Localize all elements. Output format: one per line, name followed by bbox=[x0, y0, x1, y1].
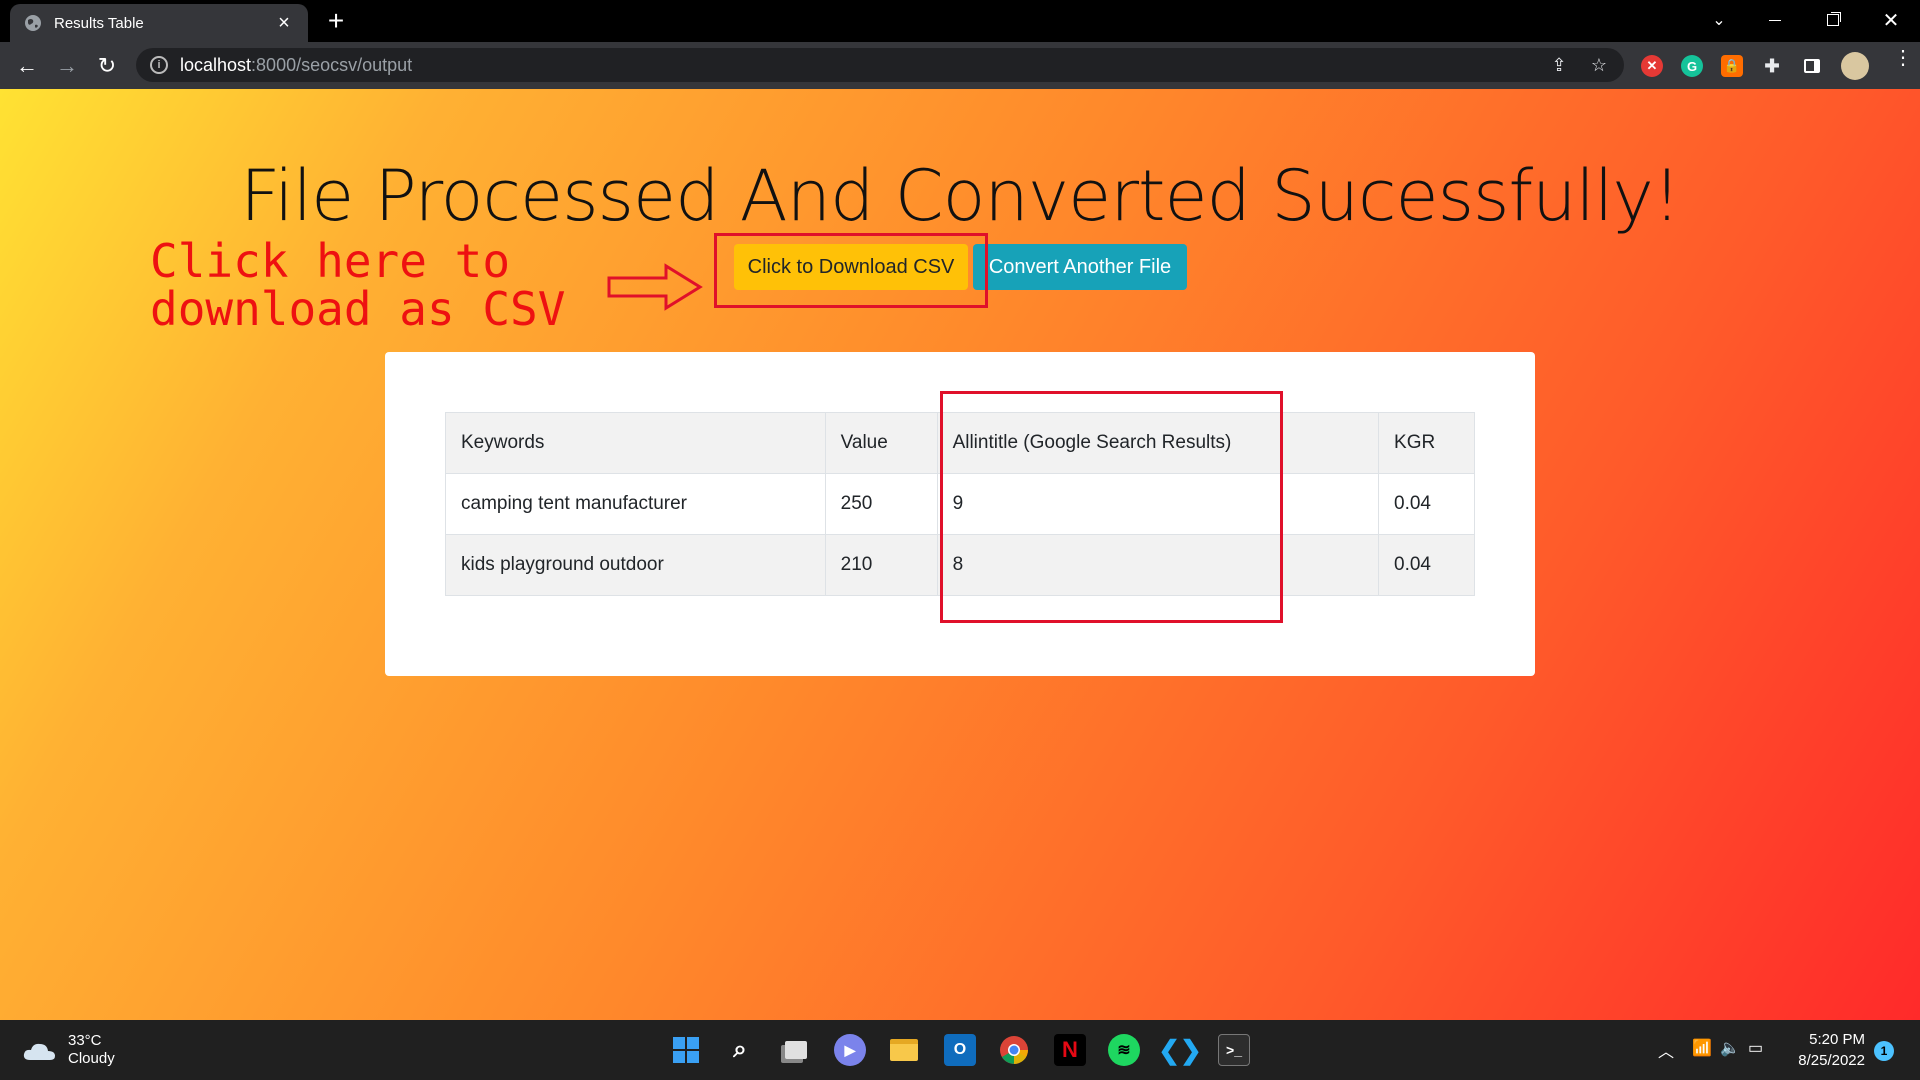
tab-results-table[interactable]: Results Table × bbox=[10, 4, 308, 42]
url-host: localhost bbox=[180, 54, 252, 75]
battery-icon[interactable]: ▭ bbox=[1748, 1038, 1763, 1058]
teams-chat-icon[interactable]: ▶ bbox=[834, 1034, 866, 1066]
clock-time: 5:20 PM bbox=[1809, 1031, 1865, 1048]
table-cell: 0.04 bbox=[1378, 473, 1475, 535]
task-view-icon[interactable] bbox=[780, 1034, 812, 1066]
notification-badge[interactable]: 1 bbox=[1874, 1041, 1894, 1061]
url-path: :8000/seocsv/output bbox=[251, 54, 413, 75]
forward-icon[interactable]: → bbox=[52, 51, 82, 81]
search-icon[interactable]: ⌕ bbox=[724, 1034, 756, 1066]
table-cell: camping tent manufacturer bbox=[445, 473, 826, 535]
table-cell: 0.04 bbox=[1378, 534, 1475, 596]
tab-close-icon[interactable]: × bbox=[274, 13, 294, 33]
tab-title: Results Table bbox=[54, 14, 144, 32]
browser-toolbar: ← → ↻ i localhost:8000/seocsv/output ⇪ ☆… bbox=[0, 42, 1920, 89]
bookmark-star-icon[interactable]: ☆ bbox=[1588, 54, 1610, 76]
netflix-icon[interactable]: N bbox=[1054, 1034, 1086, 1066]
tab-search-icon[interactable]: ⌄ bbox=[1694, 0, 1744, 40]
browser-tab-bar: Results Table × + ⌄ ✕ bbox=[0, 0, 1920, 42]
windows-taskbar: 33°C Cloudy ⌕ ▶ O N ≋ ❮❯ >_ ︿ 📶 🔈 ▭ 5:20… bbox=[0, 1020, 1920, 1080]
share-icon[interactable]: ⇪ bbox=[1548, 54, 1570, 76]
profile-avatar[interactable] bbox=[1841, 52, 1869, 80]
table-cell: kids playground outdoor bbox=[445, 534, 826, 596]
extensions-puzzle-icon[interactable]: ✚ bbox=[1761, 55, 1783, 77]
table-cell: 210 bbox=[824, 534, 938, 596]
table-cell: 250 bbox=[824, 473, 938, 535]
restore-icon[interactable] bbox=[1808, 0, 1858, 40]
clock-date: 8/25/2022 bbox=[1798, 1052, 1865, 1069]
back-icon[interactable]: ← bbox=[12, 51, 42, 81]
column-header: Keywords bbox=[445, 412, 826, 474]
spotify-icon[interactable]: ≋ bbox=[1108, 1034, 1140, 1066]
adblock-extension-icon[interactable]: ✕ bbox=[1641, 55, 1663, 77]
address-bar[interactable]: i localhost:8000/seocsv/output ⇪ ☆ bbox=[136, 48, 1624, 82]
windows-start-icon[interactable] bbox=[670, 1034, 702, 1066]
convert-another-file-button[interactable]: Convert Another File bbox=[973, 244, 1187, 290]
system-clock[interactable]: 5:20 PM 8/25/2022 bbox=[1785, 1029, 1865, 1071]
side-panel-icon[interactable] bbox=[1801, 55, 1823, 77]
new-tab-icon[interactable]: + bbox=[322, 7, 350, 35]
chrome-icon[interactable] bbox=[998, 1034, 1030, 1066]
weather-widget[interactable]: 33°C Cloudy bbox=[22, 1032, 115, 1068]
file-explorer-icon[interactable] bbox=[888, 1034, 920, 1066]
outlook-icon[interactable]: O bbox=[944, 1034, 976, 1066]
terminal-icon[interactable]: >_ bbox=[1218, 1034, 1250, 1066]
globe-icon bbox=[25, 15, 41, 31]
annotation-box-download bbox=[714, 233, 988, 308]
menu-kebab-icon[interactable]: ⋮ bbox=[1893, 48, 1913, 68]
site-info-icon[interactable]: i bbox=[150, 56, 168, 74]
close-window-icon[interactable]: ✕ bbox=[1866, 0, 1916, 40]
wifi-icon[interactable]: 📶 bbox=[1692, 1038, 1712, 1058]
weather-condition: Cloudy bbox=[68, 1050, 115, 1067]
reload-icon[interactable]: ↻ bbox=[92, 51, 122, 81]
page-content: File Processed And Converted Sucessfully… bbox=[0, 89, 1920, 1020]
annotation-arrow-icon bbox=[607, 263, 703, 311]
show-hidden-icons-chevron-icon[interactable]: ︿ bbox=[1658, 1038, 1674, 1062]
volume-icon[interactable]: 🔈 bbox=[1720, 1038, 1740, 1058]
column-header: KGR bbox=[1378, 412, 1475, 474]
page-title: File Processed And Converted Sucessfully… bbox=[240, 155, 1681, 237]
annotation-text: Click here to download as CSV bbox=[150, 234, 566, 336]
column-header: Value bbox=[824, 412, 938, 474]
weather-temperature: 33°C bbox=[68, 1032, 102, 1049]
grammarly-extension-icon[interactable]: G bbox=[1681, 55, 1703, 77]
lock-extension-icon[interactable]: 🔒 bbox=[1721, 55, 1743, 77]
annotation-box-allintitle bbox=[940, 391, 1283, 623]
cloud-icon bbox=[23, 1043, 55, 1060]
vscode-icon[interactable]: ❮❯ bbox=[1158, 1034, 1202, 1066]
minimize-icon[interactable] bbox=[1750, 0, 1800, 40]
